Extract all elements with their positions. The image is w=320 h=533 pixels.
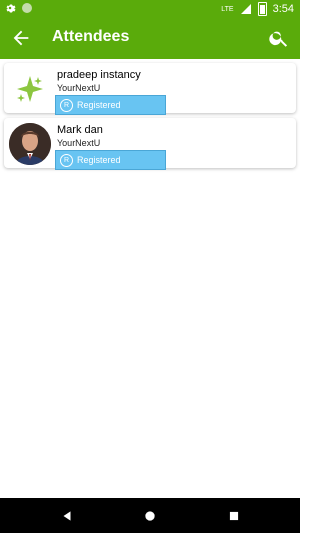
network-lte-label: LTE: [221, 5, 234, 13]
registered-icon: R: [60, 98, 73, 112]
attendee-org: YourNextU: [57, 138, 101, 148]
nav-back-icon[interactable]: [60, 509, 74, 523]
notification-dot-icon: [22, 3, 32, 13]
nav-home-icon[interactable]: [143, 509, 157, 523]
battery-icon: [257, 2, 267, 16]
registered-label: Registered: [77, 100, 121, 110]
registered-badge: R Registered: [55, 95, 166, 115]
status-bar: LTE 3:54: [0, 0, 300, 17]
android-nav-bar: [0, 498, 300, 533]
registered-icon: R: [60, 153, 73, 167]
star-logo-icon: [17, 76, 43, 102]
person-avatar: [9, 123, 51, 165]
app-bar: Attendees: [0, 17, 300, 59]
attendee-card[interactable]: Mark dan YourNextU R Registered: [4, 118, 296, 170]
page-title: Attendees: [52, 28, 130, 45]
status-time: 3:54: [272, 3, 294, 15]
status-right: LTE 3:54: [221, 2, 294, 16]
search-icon[interactable]: [268, 27, 290, 49]
attendee-card[interactable]: pradeep instancy YourNextU R Registered: [4, 63, 296, 115]
settings-gear-icon: [6, 4, 16, 13]
signal-icon: [240, 4, 251, 14]
registered-label: Registered: [77, 155, 121, 165]
star-logo-avatar: [9, 68, 51, 110]
attendee-name: Mark dan: [57, 124, 103, 136]
nav-recent-icon[interactable]: [227, 509, 241, 523]
status-left: [4, 2, 32, 14]
person-photo-icon: [9, 123, 51, 165]
attendee-name: pradeep instancy: [57, 69, 141, 81]
arrow-back-icon[interactable]: [10, 27, 32, 49]
attendee-org: YourNextU: [57, 83, 101, 93]
registered-badge: R Registered: [55, 150, 166, 170]
